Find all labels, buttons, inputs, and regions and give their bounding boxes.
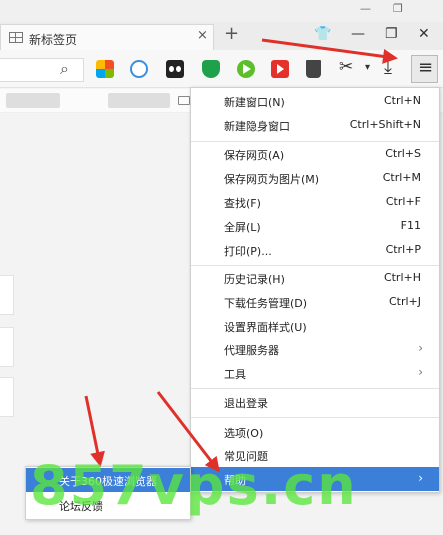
menu-item-shortcut: Ctrl+H bbox=[383, 271, 421, 284]
close-window-button[interactable]: ✕ bbox=[418, 26, 430, 42]
menu-item-new-window[interactable]: 新建窗口(N) Ctrl+N bbox=[191, 89, 439, 113]
menu-item-label: 保存网页(A) bbox=[224, 149, 285, 162]
menu-item-proxy[interactable]: 代理服务器 › bbox=[191, 337, 439, 361]
maximize-button[interactable]: ❐ bbox=[385, 26, 398, 42]
menu-item-label: 新建隐身窗口 bbox=[224, 120, 290, 133]
chevron-right-icon: › bbox=[418, 471, 423, 485]
minimize-button[interactable]: — bbox=[351, 26, 365, 42]
menu-item-new-incognito[interactable]: 新建隐身窗口 Ctrl+Shift+N bbox=[191, 113, 439, 137]
tab-new-tab[interactable]: 新标签页 × bbox=[0, 24, 214, 50]
menu-item-shortcut: Ctrl+J bbox=[388, 295, 421, 308]
menu-item-shortcut: Ctrl+M bbox=[382, 171, 421, 184]
title-bar bbox=[0, 0, 443, 22]
menu-icon: ≡ bbox=[418, 57, 434, 78]
menu-item-label: 打印(P)... bbox=[224, 245, 272, 258]
play-extension-icon[interactable] bbox=[237, 60, 255, 78]
menu-item-shortcut: Ctrl+F bbox=[385, 195, 421, 208]
folder-icon[interactable] bbox=[178, 96, 190, 105]
watermark: 857vps.cn bbox=[30, 454, 358, 517]
page-panel-edge bbox=[0, 275, 14, 315]
menu-item-shortcut: Ctrl+S bbox=[385, 147, 421, 160]
windows-extension-icon[interactable] bbox=[96, 60, 114, 78]
menu-item-label: 历史记录(H) bbox=[224, 273, 285, 286]
menu-item-label: 退出登录 bbox=[224, 397, 268, 410]
menu-item-label: 设置界面样式(U) bbox=[224, 321, 307, 334]
grid-page-icon bbox=[9, 32, 23, 43]
menu-item-label: 选项(O) bbox=[224, 427, 264, 440]
tab-close-icon[interactable]: × bbox=[197, 28, 208, 43]
main-menu-button[interactable]: ≡ bbox=[411, 55, 438, 83]
menu-item-logout[interactable]: 退出登录 bbox=[191, 390, 439, 414]
main-menu: 新建窗口(N) Ctrl+N 新建隐身窗口 Ctrl+Shift+N 保存网页(… bbox=[190, 87, 440, 493]
menu-item-label: 代理服务器 bbox=[224, 344, 279, 357]
bookmark-blurred[interactable] bbox=[108, 93, 170, 108]
menu-item-print[interactable]: 打印(P)... Ctrl+P bbox=[191, 238, 439, 262]
shield-extension-icon[interactable] bbox=[202, 60, 220, 78]
page-panel-edge bbox=[0, 327, 14, 367]
search-icon[interactable]: ⌕ bbox=[60, 59, 69, 79]
chevron-right-icon: › bbox=[418, 365, 423, 379]
menu-item-label: 新建窗口(N) bbox=[224, 96, 285, 109]
menu-item-options[interactable]: 选项(O) bbox=[191, 420, 439, 444]
bookmark-blurred[interactable] bbox=[6, 93, 60, 108]
page-panel-edge bbox=[0, 377, 14, 417]
menu-item-downloads[interactable]: 下载任务管理(D) Ctrl+J bbox=[191, 290, 439, 314]
menu-item-label: 下载任务管理(D) bbox=[224, 297, 308, 310]
screenshot-cut-icon[interactable]: ✂ bbox=[339, 57, 353, 77]
menu-item-ui-style[interactable]: 设置界面样式(U) bbox=[191, 314, 439, 338]
menu-item-label: 查找(F) bbox=[224, 197, 261, 210]
address-bar[interactable] bbox=[0, 58, 84, 82]
trash-extension-icon[interactable] bbox=[306, 60, 321, 78]
browser-extension-icon[interactable] bbox=[130, 60, 148, 78]
top-restore-icon[interactable]: ❐ bbox=[393, 2, 403, 15]
menu-item-label: 工具 bbox=[224, 368, 246, 381]
menu-item-shortcut: Ctrl+Shift+N bbox=[349, 118, 421, 131]
menu-item-tools[interactable]: 工具 › bbox=[191, 361, 439, 385]
skin-icon[interactable]: 👕 bbox=[314, 26, 331, 42]
menu-item-shortcut: Ctrl+P bbox=[385, 243, 421, 256]
tab-title: 新标签页 bbox=[29, 33, 78, 47]
video-extension-icon[interactable] bbox=[271, 60, 289, 78]
download-icon[interactable]: ⤓ bbox=[384, 57, 392, 78]
menu-item-find[interactable]: 查找(F) Ctrl+F bbox=[191, 190, 439, 214]
menu-item-label: 保存网页为图片(M) bbox=[224, 173, 320, 186]
menu-item-shortcut: F11 bbox=[400, 219, 421, 232]
menu-item-label: 全屏(L) bbox=[224, 221, 261, 234]
top-minimize-icon[interactable]: — bbox=[360, 2, 371, 15]
cut-dropdown-icon[interactable]: ▾ bbox=[365, 62, 370, 73]
eyes-extension-icon[interactable] bbox=[166, 60, 184, 78]
new-tab-button[interactable]: + bbox=[224, 23, 239, 44]
menu-separator bbox=[191, 388, 439, 389]
menu-item-save-page[interactable]: 保存网页(A) Ctrl+S bbox=[191, 142, 439, 166]
menu-item-fullscreen[interactable]: 全屏(L) F11 bbox=[191, 214, 439, 238]
menu-item-shortcut: Ctrl+N bbox=[383, 94, 421, 107]
menu-separator bbox=[191, 417, 439, 418]
menu-item-save-as-image[interactable]: 保存网页为图片(M) Ctrl+M bbox=[191, 166, 439, 190]
menu-item-history[interactable]: 历史记录(H) Ctrl+H bbox=[191, 266, 439, 290]
chevron-right-icon: › bbox=[418, 341, 423, 355]
